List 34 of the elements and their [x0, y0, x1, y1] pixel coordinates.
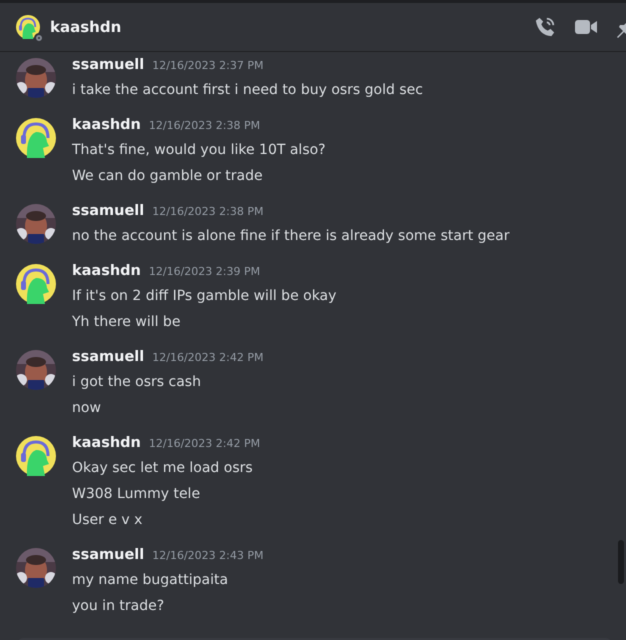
channel-title: kaashdn	[50, 18, 122, 36]
message-text: you in trade?	[72, 597, 166, 616]
author-name[interactable]: ssamuell	[72, 57, 144, 73]
avatar-icon	[16, 436, 56, 476]
message-text: my name bugattipaita	[72, 571, 230, 590]
scrollbar-thumb[interactable]	[618, 540, 624, 584]
timestamp: 12/16/2023 2:42 PM	[148, 437, 260, 450]
message-text: now	[72, 399, 102, 418]
message-text: We can do gamble or trade	[72, 167, 264, 186]
timestamp: 12/16/2023 2:43 PM	[152, 549, 264, 562]
avatar-icon	[16, 264, 56, 304]
author-name[interactable]: kaashdn	[72, 435, 141, 451]
timestamp: 12/16/2023 2:38 PM	[152, 205, 264, 218]
message-text: no the account is alone fine if there is already some start gear	[72, 227, 510, 246]
message-text: That's fine, would you like 10T also?	[72, 141, 326, 160]
message-text: Okay sec let me load osrs	[72, 459, 254, 478]
message-text: i got the osrs cash	[72, 373, 202, 392]
author-name[interactable]: ssamuell	[72, 203, 144, 219]
message-text: User e v x	[72, 511, 144, 530]
message-text: i take the account first i need to buy osrs gold sec	[72, 81, 423, 100]
message-text: W308 Lummy tele	[72, 485, 202, 504]
timestamp: 12/16/2023 2:39 PM	[148, 265, 260, 278]
author-name[interactable]: ssamuell	[72, 547, 144, 563]
timestamp: 12/16/2023 2:42 PM	[152, 351, 264, 364]
phone-icon[interactable]	[534, 16, 556, 38]
message-text: If it's on 2 diff IPs gamble will be okay	[72, 287, 336, 306]
message-text: Yh there will be	[72, 313, 182, 332]
author-name[interactable]: kaashdn	[72, 117, 141, 133]
avatar-icon	[16, 118, 56, 158]
timestamp: 12/16/2023 2:38 PM	[148, 119, 260, 132]
avatar-icon	[16, 15, 40, 39]
author-name[interactable]: ssamuell	[72, 349, 144, 365]
timestamp: 12/16/2023 2:37 PM	[152, 59, 264, 72]
author-name[interactable]: kaashdn	[72, 263, 141, 279]
